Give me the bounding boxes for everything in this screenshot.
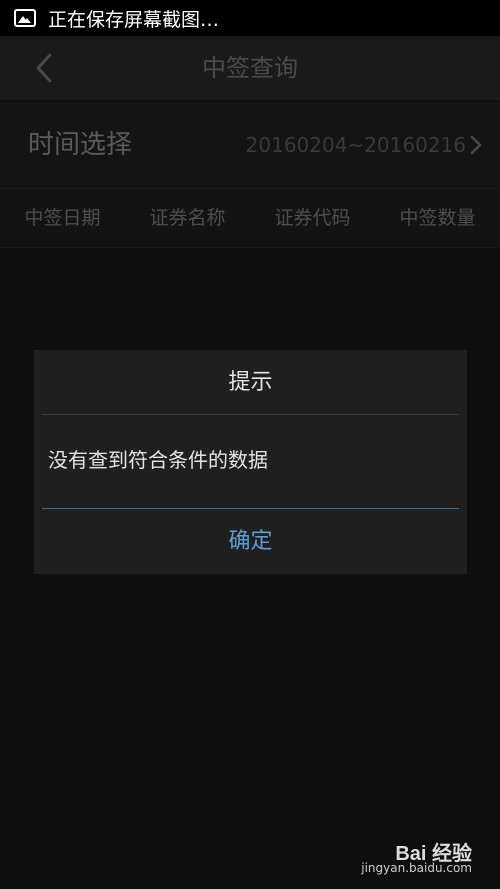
watermark-domain: jingyan.baidu.com — [361, 861, 472, 875]
column-header-name: 证券名称 — [149, 207, 226, 229]
column-header-quantity: 中签数量 — [399, 207, 476, 229]
title-bar: 中签查询 — [0, 36, 500, 101]
status-bar: 正在保存屏幕截图… — [0, 0, 500, 36]
column-header-date: 中签日期 — [24, 207, 101, 229]
table-header: 中签日期 证券名称 证券代码 中签数量 — [0, 189, 500, 248]
dialog-title: 提示 — [228, 370, 273, 395]
confirm-button[interactable]: 确定 — [34, 509, 467, 574]
dialog-divider — [42, 414, 459, 415]
time-select-label: 时间选择 — [28, 130, 133, 160]
status-text: 正在保存屏幕截图… — [48, 8, 220, 31]
dialog-message: 没有查到符合条件的数据 — [48, 448, 268, 472]
alert-dialog: 提示 没有查到符合条件的数据 确定 — [34, 350, 467, 574]
date-range-value: 20160204~20160216 — [245, 133, 466, 157]
column-header-code: 证券代码 — [274, 207, 351, 229]
chevron-right-icon — [470, 135, 482, 155]
time-select-row[interactable]: 时间选择 20160204~20160216 — [0, 102, 500, 189]
image-icon — [14, 9, 36, 27]
baidu-jingyan-watermark: Bai 经验 jingyan.baidu.com — [352, 837, 472, 877]
page-title: 中签查询 — [202, 54, 298, 82]
